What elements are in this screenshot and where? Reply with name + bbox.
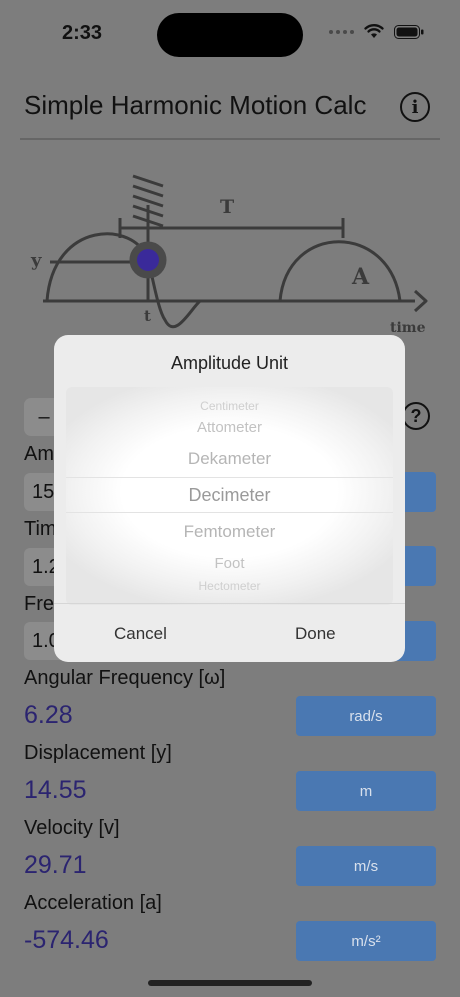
modal-divider (54, 603, 405, 604)
displacement-unit-button[interactable]: m (296, 771, 436, 811)
picker-option[interactable]: Foot (66, 555, 393, 572)
modal-title: Amplitude Unit (170, 353, 289, 373)
status-bar: 2:33 (0, 0, 460, 64)
done-button[interactable]: Done (295, 624, 336, 644)
acceleration-label: Acceleration [a] (24, 892, 162, 914)
angular-frequency-unit-button[interactable]: rad/s (296, 696, 436, 736)
time-label: Tim (24, 518, 57, 540)
home-indicator[interactable] (148, 980, 312, 986)
amplitude-unit-modal: Amplitude Unit Centimeter Attometer Deka… (54, 335, 405, 662)
angular-frequency-value: 6.28 (24, 701, 73, 729)
displacement-label: Displacement [y] (24, 742, 172, 764)
battery-icon (394, 24, 424, 39)
help-button[interactable]: ? (402, 402, 430, 430)
shm-diagram: T y A t time (30, 174, 428, 336)
diagram-label-T: T (220, 196, 234, 218)
status-icons (329, 24, 424, 39)
velocity-label: Velocity [v] (24, 817, 120, 839)
diagram-label-y: y (30, 250, 42, 271)
picker-option[interactable]: Femtometer (66, 522, 393, 542)
frequency-label: Fre (24, 593, 54, 615)
info-icon: i (411, 96, 419, 118)
dynamic-island (157, 13, 303, 57)
acceleration-value: -574.46 (24, 926, 109, 954)
minus-icon: – (38, 405, 50, 428)
diagram-label-t: t (144, 307, 151, 325)
info-button[interactable]: i (400, 92, 430, 122)
picker-option[interactable]: Centimeter (66, 399, 393, 413)
page-title: Simple Harmonic Motion Calc (24, 90, 367, 120)
diagram-label-time: time (390, 320, 426, 336)
picker-option[interactable]: Dekameter (66, 449, 393, 469)
header-divider (20, 138, 440, 140)
displacement-value: 14.55 (24, 776, 87, 804)
help-icon: ? (410, 405, 422, 426)
picker-option[interactable]: Hectometer (66, 579, 393, 593)
acceleration-unit-button[interactable]: m/s² (296, 921, 436, 961)
velocity-value: 29.71 (24, 851, 87, 879)
status-time: 2:33 (62, 22, 103, 44)
picker-option[interactable]: Attometer (66, 419, 393, 436)
wifi-icon (364, 24, 384, 38)
velocity-unit-button[interactable]: m/s (296, 846, 436, 886)
amplitude-label: Am (24, 443, 54, 465)
diagram-label-A: A (351, 264, 370, 290)
cancel-button[interactable]: Cancel (114, 624, 167, 644)
angular-frequency-label: Angular Frequency [ω] (24, 667, 226, 689)
unit-picker-wheel[interactable]: Centimeter Attometer Dekameter Decimeter… (66, 387, 393, 605)
picker-option-selected[interactable]: Decimeter (66, 485, 393, 506)
cellular-signal-icon (329, 29, 354, 34)
